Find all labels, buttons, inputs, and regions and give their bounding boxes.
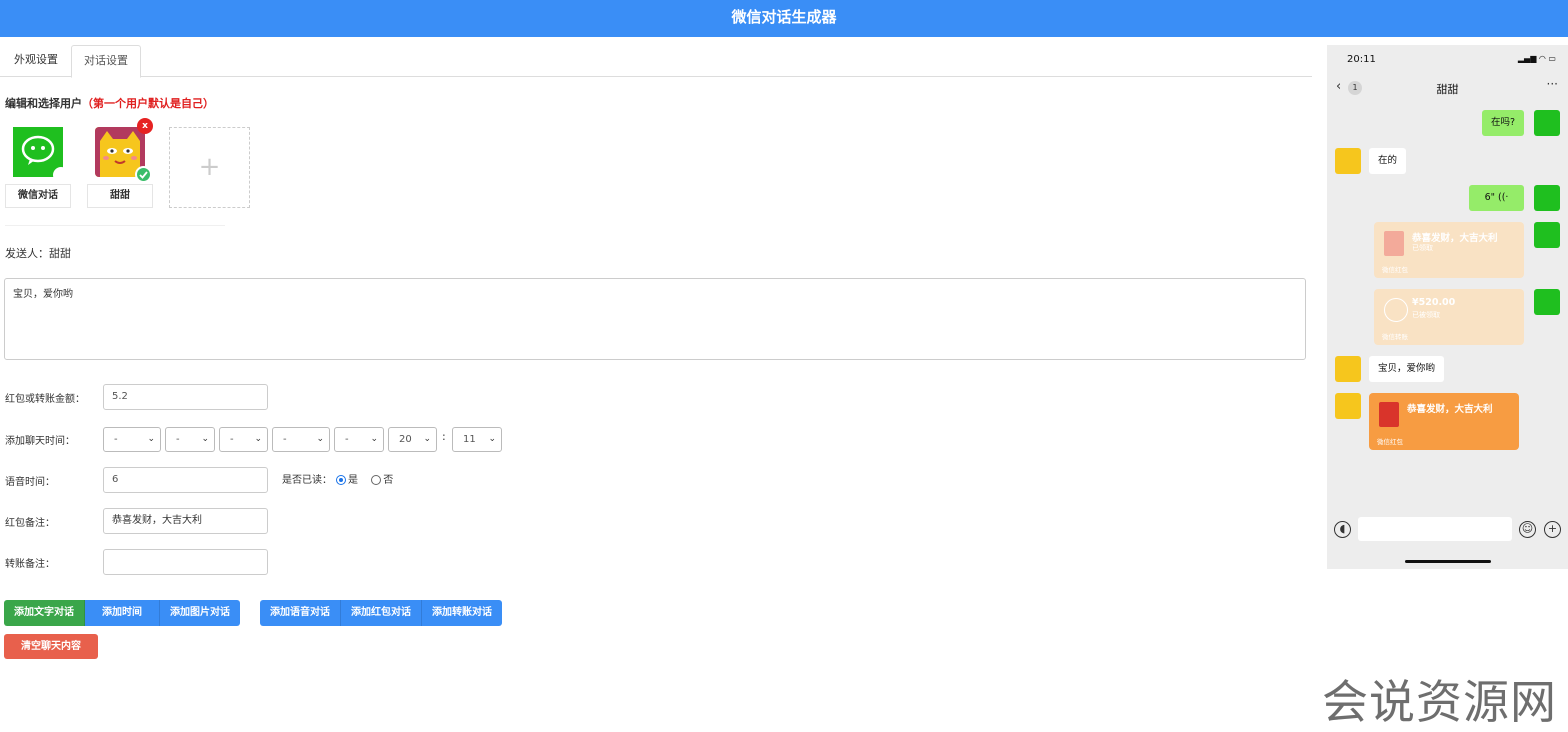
cat-avatar-icon	[1335, 148, 1361, 174]
time-select-2[interactable]: - ⌄	[165, 427, 215, 452]
chat-bubble-other: 在的	[1369, 148, 1407, 174]
user-avatar-tiantian[interactable]: x	[95, 118, 153, 183]
time-separator: :	[442, 430, 446, 443]
cat-avatar-icon	[1335, 356, 1361, 382]
chevron-down-icon: ⌄	[254, 434, 262, 444]
voice-time-label: 语音时间：	[5, 477, 55, 488]
user-card-tiantian[interactable]: x 甜甜	[87, 118, 153, 208]
amount-input[interactable]: 5.2	[103, 384, 268, 410]
sender-label: 发送人：	[5, 247, 49, 260]
chevron-down-icon: ⌄	[488, 434, 496, 444]
editor-panel: 外观设置 对话设置 编辑和选择用户（第一个用户默认是自己） 微信对话 x 甜甜 …	[0, 37, 1316, 732]
sender-line: 发送人：甜甜	[5, 245, 71, 261]
message-textarea[interactable]: 宝贝，爱你哟	[4, 278, 1306, 360]
tab-bar: 外观设置 对话设置	[0, 45, 1312, 78]
wechat-avatar-icon	[1534, 185, 1560, 211]
sender-value: 甜甜	[49, 247, 71, 260]
user-name-label: 甜甜	[87, 184, 153, 208]
button-group-1: 添加文字对话 添加时间 添加图片对话	[4, 600, 240, 626]
redpacket-active[interactable]: 恭喜发财，大吉大利 微信红包	[1369, 393, 1519, 450]
cat-avatar-icon	[1335, 393, 1361, 419]
add-redpacket-button[interactable]: 添加红包对话	[341, 600, 422, 626]
transfer-note-input[interactable]	[103, 549, 268, 575]
chevron-down-icon: ⌄	[316, 434, 324, 444]
transfer-check-icon	[1384, 298, 1408, 322]
redpacket-received: 恭喜发财，大吉大利 已领取 微信红包	[1374, 222, 1524, 278]
chat-bubble-other: 宝贝，爱你哟	[1369, 356, 1445, 382]
add-user-button[interactable]: +	[169, 127, 250, 208]
phone-preview: 20:11 ▂▄▆ ◠ ▭ ‹ 1 甜甜 ··· 在吗? 在的 6" ((· 恭…	[1327, 45, 1568, 569]
amount-label: 红包或转账金额：	[5, 394, 85, 405]
add-image-button[interactable]: 添加图片对话	[160, 600, 240, 626]
users-section-note: （第一个用户默认是自己）	[82, 97, 214, 110]
status-bar: 20:11 ▂▄▆ ◠ ▭	[1327, 45, 1568, 73]
redpacket-note-label: 红包备注：	[5, 518, 55, 529]
emoji-icon[interactable]: ☺	[1519, 521, 1536, 538]
watermark: 会说资源网	[1322, 675, 1557, 729]
time-select-5[interactable]: - ⌄	[334, 427, 384, 452]
user-card-wechat[interactable]: 微信对话	[5, 125, 71, 208]
chat-navbar: ‹ 1 甜甜 ···	[1327, 75, 1568, 101]
add-text-button[interactable]: 添加文字对话	[4, 600, 85, 626]
add-voice-button[interactable]: 添加语音对话	[260, 600, 341, 626]
transfer-received: ¥520.00 已被领取 微信转账	[1374, 289, 1524, 345]
time-select-3[interactable]: - ⌄	[219, 427, 268, 452]
chevron-down-icon: ⌄	[370, 434, 378, 444]
voice-icon[interactable]: ◖	[1334, 521, 1351, 538]
wechat-avatar-icon	[1534, 289, 1560, 315]
status-time: 20:11	[1347, 54, 1376, 65]
selected-check-icon	[135, 166, 152, 183]
time-select-hour[interactable]: 20 ⌄	[388, 427, 437, 452]
status-icons: ▂▄▆ ◠ ▭	[1517, 54, 1556, 63]
users-section-title: 编辑和选择用户（第一个用户默认是自己）	[5, 97, 214, 110]
user-avatar-wechat[interactable]	[13, 127, 69, 183]
tab-dialogue[interactable]: 对话设置	[71, 45, 141, 78]
wechat-avatar-icon	[1534, 222, 1560, 248]
transfer-note-label: 转账备注：	[5, 559, 55, 570]
voice-time-input[interactable]: 6	[103, 467, 268, 493]
user-name-label: 微信对话	[5, 184, 71, 208]
voice-bubble-me: 6" ((·	[1469, 185, 1524, 211]
wechat-avatar-icon	[1534, 110, 1560, 136]
tab-appearance[interactable]: 外观设置	[2, 45, 70, 77]
divider	[5, 225, 225, 226]
chat-text-field[interactable]	[1358, 517, 1512, 541]
chevron-down-icon: ⌄	[147, 434, 155, 444]
time-select-minute[interactable]: 11 ⌄	[452, 427, 502, 452]
time-select-4[interactable]: - ⌄	[272, 427, 330, 452]
app-title: 微信对话生成器	[731, 8, 837, 26]
clear-chat-button[interactable]: 清空聊天内容	[4, 634, 98, 659]
delete-user-button[interactable]: x	[137, 118, 153, 134]
chevron-down-icon: ⌄	[423, 434, 431, 444]
read-yes-radio[interactable]	[336, 475, 346, 485]
chat-bubble-me: 在吗?	[1481, 110, 1524, 136]
read-status-group: 是否已读：是 否	[282, 475, 394, 486]
selection-dot	[53, 167, 69, 183]
chat-title: 甜甜	[1436, 83, 1459, 96]
redpacket-note-input[interactable]: 恭喜发财，大吉大利	[103, 508, 268, 534]
read-status-label: 是否已读：	[282, 475, 332, 486]
home-indicator	[1405, 560, 1491, 563]
redpacket-envelope-icon	[1384, 231, 1404, 256]
plus-icon[interactable]: +	[1544, 521, 1561, 538]
chevron-down-icon: ⌄	[201, 434, 209, 444]
button-group-2: 添加语音对话 添加红包对话 添加转账对话	[260, 600, 502, 626]
add-transfer-button[interactable]: 添加转账对话	[422, 600, 502, 626]
chat-input-bar: ◖ ☺ +	[1327, 513, 1568, 545]
more-icon[interactable]: ···	[1547, 77, 1558, 91]
app-header: 微信对话生成器	[0, 0, 1568, 37]
redpacket-envelope-icon	[1379, 402, 1399, 427]
add-time-button[interactable]: 添加时间	[85, 600, 160, 626]
read-no-radio[interactable]	[371, 475, 382, 485]
time-select-1[interactable]: - ⌄	[103, 427, 161, 452]
chat-time-label: 添加聊天时间：	[5, 436, 75, 447]
